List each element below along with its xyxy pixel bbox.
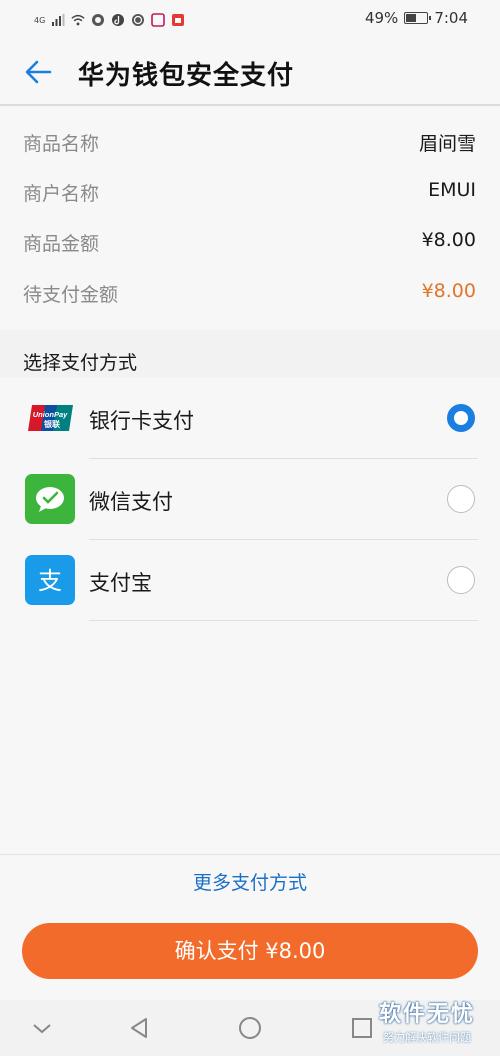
svg-text:银联: 银联 bbox=[43, 419, 60, 429]
page-title: 华为钱包安全支付 bbox=[78, 61, 295, 91]
method-label: 微信支付 bbox=[89, 490, 173, 514]
watermark: 软件无忧 努力解决软件问题 bbox=[372, 996, 482, 1045]
battery-level bbox=[406, 14, 416, 22]
amount-due-value: ¥8.00 bbox=[421, 280, 476, 302]
back-arrow-icon bbox=[25, 60, 52, 84]
unionpay-icon: UnionPay 银联 bbox=[25, 393, 75, 443]
app-notification-icon bbox=[92, 14, 105, 26]
info-label: 商户名称 bbox=[23, 183, 100, 205]
chat-notification-icon bbox=[132, 14, 145, 26]
store-notification-icon bbox=[172, 14, 185, 26]
watermark-title: 软件无忧 bbox=[378, 1002, 475, 1027]
wechat-pay-icon bbox=[25, 474, 75, 524]
info-label: 商品名称 bbox=[23, 133, 100, 155]
status-bar: 4G 49% 7:04 bbox=[0, 0, 500, 40]
status-right: 49% 7:04 bbox=[365, 9, 468, 27]
payment-method-header: 选择支付方式 bbox=[0, 330, 500, 378]
info-row-product-amount: 商品金额 ¥8.00 bbox=[0, 219, 500, 269]
status-icons: 4G bbox=[34, 10, 185, 30]
info-row-amount-due: 待支付金额 ¥8.00 bbox=[0, 270, 500, 320]
info-label: 商品金额 bbox=[23, 233, 100, 255]
radio-unselected[interactable] bbox=[447, 485, 475, 513]
media-notification-icon bbox=[151, 13, 166, 27]
alipay-icon: 支 bbox=[25, 555, 75, 605]
svg-text:UnionPay: UnionPay bbox=[33, 410, 68, 419]
confirm-payment-button[interactable]: 确认支付 ¥8.00 bbox=[22, 923, 478, 979]
bottom-actions: 更多支付方式 确认支付 ¥8.00 bbox=[0, 854, 500, 1001]
radio-selected[interactable] bbox=[447, 404, 475, 432]
info-label: 待支付金额 bbox=[23, 284, 119, 306]
tiktok-icon bbox=[112, 14, 125, 26]
svg-text:支: 支 bbox=[38, 567, 62, 595]
payment-methods-list: UnionPay 银联 银行卡支付 微信支付 支 支付宝 bbox=[0, 378, 500, 854]
chevron-down-icon[interactable] bbox=[28, 1014, 56, 1042]
info-row-merchant-name: 商户名称 EMUI bbox=[0, 169, 500, 219]
method-label: 支付宝 bbox=[89, 571, 152, 595]
radio-unselected[interactable] bbox=[447, 566, 475, 594]
watermark-subtitle: 努力解决软件问题 bbox=[383, 1031, 471, 1044]
info-value: ¥8.00 bbox=[421, 229, 476, 251]
payment-method-wechat[interactable]: 微信支付 bbox=[0, 459, 500, 540]
method-label: 银行卡支付 bbox=[89, 409, 194, 433]
payment-method-bank-card[interactable]: UnionPay 银联 银行卡支付 bbox=[0, 378, 500, 459]
payment-method-alipay[interactable]: 支 支付宝 bbox=[0, 540, 500, 621]
battery-icon bbox=[404, 12, 432, 24]
signal-icon bbox=[52, 14, 65, 26]
app-bar: 华为钱包安全支付 bbox=[0, 40, 500, 106]
info-value: EMUI bbox=[428, 179, 476, 201]
nav-home-icon[interactable] bbox=[236, 1014, 264, 1042]
battery-percent: 49% bbox=[364, 9, 399, 27]
section-title: 选择支付方式 bbox=[23, 352, 138, 374]
nav-back-icon[interactable] bbox=[125, 1014, 153, 1042]
more-payment-methods-link[interactable]: 更多支付方式 bbox=[0, 868, 500, 895]
wifi-icon bbox=[71, 14, 85, 26]
info-row-product-name: 商品名称 眉间雪 bbox=[0, 119, 500, 169]
divider bbox=[89, 620, 478, 621]
back-button[interactable] bbox=[18, 54, 58, 90]
info-value: 眉间雪 bbox=[418, 133, 476, 155]
order-info-section: 商品名称 眉间雪 商户名称 EMUI 商品金额 ¥8.00 待支付金额 ¥8.0… bbox=[0, 106, 500, 330]
clock: 7:04 bbox=[434, 9, 468, 27]
network-type: 4G bbox=[34, 15, 46, 25]
